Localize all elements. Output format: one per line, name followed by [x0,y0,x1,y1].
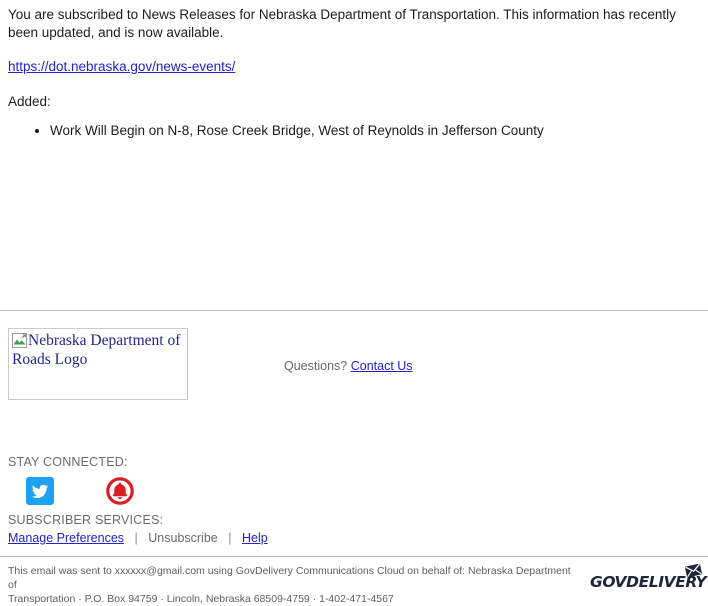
broken-image-icon [12,333,27,348]
envelope-icon [684,563,703,578]
contact-us-link[interactable]: Contact Us [351,359,413,373]
social-icons-row [8,477,135,505]
agency-logo-placeholder[interactable]: Nebraska Department of Roads Logo [8,328,188,400]
footer-line-1: This email was sent to xxxxxx@gmail.com … [8,565,571,591]
added-label: Added: [8,94,51,109]
govdelivery-logo: GOVDELIVERY [590,563,707,596]
link-separator-2: | [228,531,232,545]
logo-questions-row: Nebraska Department of Roads Logo Questi… [0,328,708,406]
intro-paragraph: You are subscribed to News Releases for … [8,7,676,40]
stay-connected-caption: STAY CONNECTED: [8,455,128,469]
divider-bottom [0,556,708,557]
footer-text: This email was sent to xxxxxx@gmail.com … [8,564,578,606]
twitter-icon[interactable] [26,477,54,505]
stay-connected-block: STAY CONNECTED: [8,455,135,505]
link-separator-1: | [134,531,138,545]
email-body: You are subscribed to News Releases for … [8,6,698,140]
help-link[interactable]: Help [242,531,268,545]
list-item: Work Will Begin on N-8, Rose Creek Bridg… [50,122,698,140]
subscriber-services-caption: SUBSCRIBER SERVICES: [8,513,164,527]
footer-line-2: Transportation · P.O. Box 94759 · Lincol… [8,593,394,605]
added-items-list: Work Will Begin on N-8, Rose Creek Bridg… [8,122,698,140]
unsubscribe-label[interactable]: Unsubscribe [148,531,217,545]
news-events-link[interactable]: https://dot.nebraska.gov/news-events/ [8,59,235,74]
agency-logo-alt-text: Nebraska Department of Roads Logo [12,332,181,368]
news-link-row: https://dot.nebraska.gov/news-events/ [8,58,698,75]
bell-icon[interactable] [106,477,135,505]
manage-preferences-link[interactable]: Manage Preferences [8,531,124,545]
subscriber-services-links: Manage Preferences | Unsubscribe | Help [8,531,268,545]
questions-label: Questions? [284,359,348,373]
divider-top [0,310,708,311]
questions-row: Questions? Contact Us [284,359,413,373]
subscriber-services-block: SUBSCRIBER SERVICES: Manage Preferences … [8,513,268,545]
